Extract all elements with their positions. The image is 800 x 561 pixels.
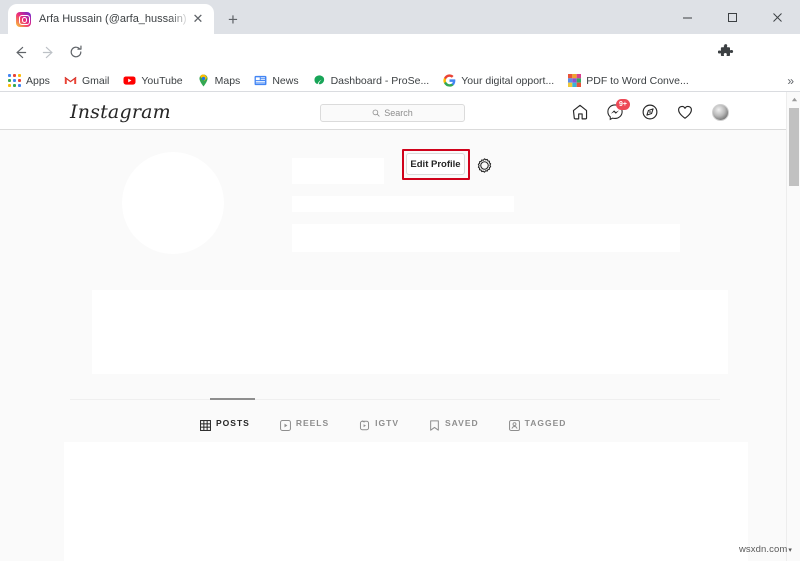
tab-saved[interactable]: SAVED bbox=[429, 418, 479, 431]
nav-profile-avatar[interactable] bbox=[710, 102, 730, 122]
story-highlights-placeholder bbox=[92, 290, 728, 374]
bookmark-your-digital-opportunity[interactable]: Your digital opport... bbox=[443, 74, 554, 87]
nav-home-icon[interactable] bbox=[570, 102, 590, 122]
igtv-icon bbox=[359, 418, 370, 430]
page-scrollbar[interactable] bbox=[786, 92, 800, 561]
post-grid-placeholder bbox=[64, 442, 748, 561]
gmail-icon bbox=[64, 74, 77, 87]
bookmark-label: Your digital opport... bbox=[461, 74, 555, 87]
browser-tab-title: Arfa Hussain (@arfa_hussain) • In bbox=[39, 13, 190, 25]
tabs-divider bbox=[70, 399, 720, 400]
bookmarks-overflow-button[interactable]: » bbox=[787, 74, 794, 88]
tab-label: POSTS bbox=[216, 418, 250, 428]
nav-messenger-icon[interactable]: 9+ bbox=[605, 99, 630, 122]
maps-pin-icon bbox=[197, 74, 210, 87]
tab-reels[interactable]: REELS bbox=[279, 418, 330, 431]
bookmark-gmail[interactable]: Gmail bbox=[64, 74, 109, 87]
news-icon bbox=[254, 74, 267, 87]
google-g-icon bbox=[443, 74, 456, 87]
extensions-puzzle-icon[interactable] bbox=[716, 42, 736, 62]
avatar bbox=[711, 103, 729, 121]
bookmark-icon bbox=[429, 418, 440, 431]
bookmark-label: Dashboard - ProSe... bbox=[330, 74, 430, 87]
minimize-button[interactable] bbox=[665, 0, 710, 34]
bookmarks-bar: Apps Gmail YouTube Maps News Dashboard -… bbox=[0, 70, 800, 92]
tab-posts[interactable]: POSTS bbox=[200, 418, 250, 431]
search-icon bbox=[372, 109, 380, 117]
profile-picture[interactable] bbox=[122, 152, 224, 254]
tab-tagged[interactable]: TAGGED bbox=[508, 418, 567, 431]
browser-tab[interactable]: Arfa Hussain (@arfa_hussain) • In ✕ bbox=[8, 4, 214, 34]
edit-profile-button[interactable]: Edit Profile bbox=[406, 153, 465, 175]
watermark: wsxdn.com ▾ bbox=[739, 544, 792, 555]
profile-tabs: POSTS REELS IGTV SAVED TAGGED bbox=[200, 414, 620, 432]
bio-placeholder bbox=[292, 224, 680, 252]
watermark-text: wsxdn.com bbox=[738, 544, 788, 555]
tagged-icon bbox=[508, 418, 520, 431]
bookmark-dashboard[interactable]: Dashboard - ProSe... bbox=[313, 74, 430, 87]
bookmark-label: Maps bbox=[214, 74, 241, 87]
color-squares-icon bbox=[568, 74, 582, 87]
instagram-favicon-icon bbox=[16, 11, 31, 27]
instagram-nav-icons: 9+ bbox=[570, 99, 730, 124]
bookmark-pdf-to-word[interactable]: PDF to Word Conve... bbox=[568, 74, 689, 87]
instagram-search-input[interactable]: Search bbox=[320, 104, 465, 122]
reels-icon bbox=[279, 418, 291, 431]
youtube-icon bbox=[123, 74, 136, 87]
tab-label: REELS bbox=[295, 418, 330, 428]
watermark-caret-icon: ▾ bbox=[788, 546, 792, 554]
instagram-logo[interactable]: Instagram bbox=[70, 101, 171, 123]
reload-button[interactable] bbox=[66, 42, 86, 62]
search-placeholder: Search bbox=[384, 108, 413, 118]
grid-icon bbox=[200, 418, 211, 431]
apps-grid-icon bbox=[8, 74, 21, 87]
browser-window: Arfa Hussain (@arfa_hussain) • In ✕ + Ap… bbox=[0, 0, 800, 561]
leaf-icon bbox=[313, 74, 326, 87]
maximize-button[interactable] bbox=[710, 0, 755, 34]
nav-explore-icon[interactable] bbox=[640, 102, 660, 122]
tab-label: SAVED bbox=[445, 418, 479, 428]
tab-label: IGTV bbox=[375, 418, 399, 428]
browser-toolbar: instagram.com/arfa_hussain/ bbox=[0, 34, 800, 100]
tab-strip: Arfa Hussain (@arfa_hussain) • In ✕ + bbox=[0, 0, 800, 34]
bookmark-maps[interactable]: Maps bbox=[197, 74, 241, 87]
page-viewport: Instagram 9+ Search Edit Profile POSTS R… bbox=[0, 92, 800, 561]
stats-placeholder bbox=[292, 196, 514, 212]
bookmark-news[interactable]: News bbox=[254, 74, 299, 87]
new-tab-button[interactable]: + bbox=[222, 9, 244, 31]
bookmark-label: YouTube bbox=[141, 74, 183, 87]
scroll-up-arrow-icon[interactable] bbox=[787, 92, 800, 106]
back-button[interactable] bbox=[10, 42, 30, 62]
nav-activity-heart-icon[interactable] bbox=[675, 102, 695, 122]
forward-button[interactable] bbox=[38, 42, 58, 62]
scrollbar-thumb[interactable] bbox=[789, 108, 799, 186]
bookmark-apps[interactable]: Apps bbox=[8, 74, 50, 87]
bookmark-label: Gmail bbox=[81, 74, 110, 87]
gear-icon[interactable] bbox=[476, 157, 493, 174]
username-placeholder bbox=[292, 158, 384, 184]
bookmark-label: Apps bbox=[26, 74, 50, 87]
messenger-badge: 9+ bbox=[616, 99, 630, 110]
tab-label: TAGGED bbox=[524, 418, 567, 428]
window-controls bbox=[665, 0, 800, 34]
bookmark-label: PDF to Word Conve... bbox=[586, 74, 689, 87]
close-tab-icon[interactable]: ✕ bbox=[190, 11, 206, 27]
bookmark-youtube[interactable]: YouTube bbox=[123, 74, 183, 87]
bookmark-label: News bbox=[272, 74, 299, 87]
tab-igtv[interactable]: IGTV bbox=[359, 418, 399, 430]
close-window-button[interactable] bbox=[755, 0, 800, 34]
active-tab-indicator bbox=[210, 398, 255, 400]
